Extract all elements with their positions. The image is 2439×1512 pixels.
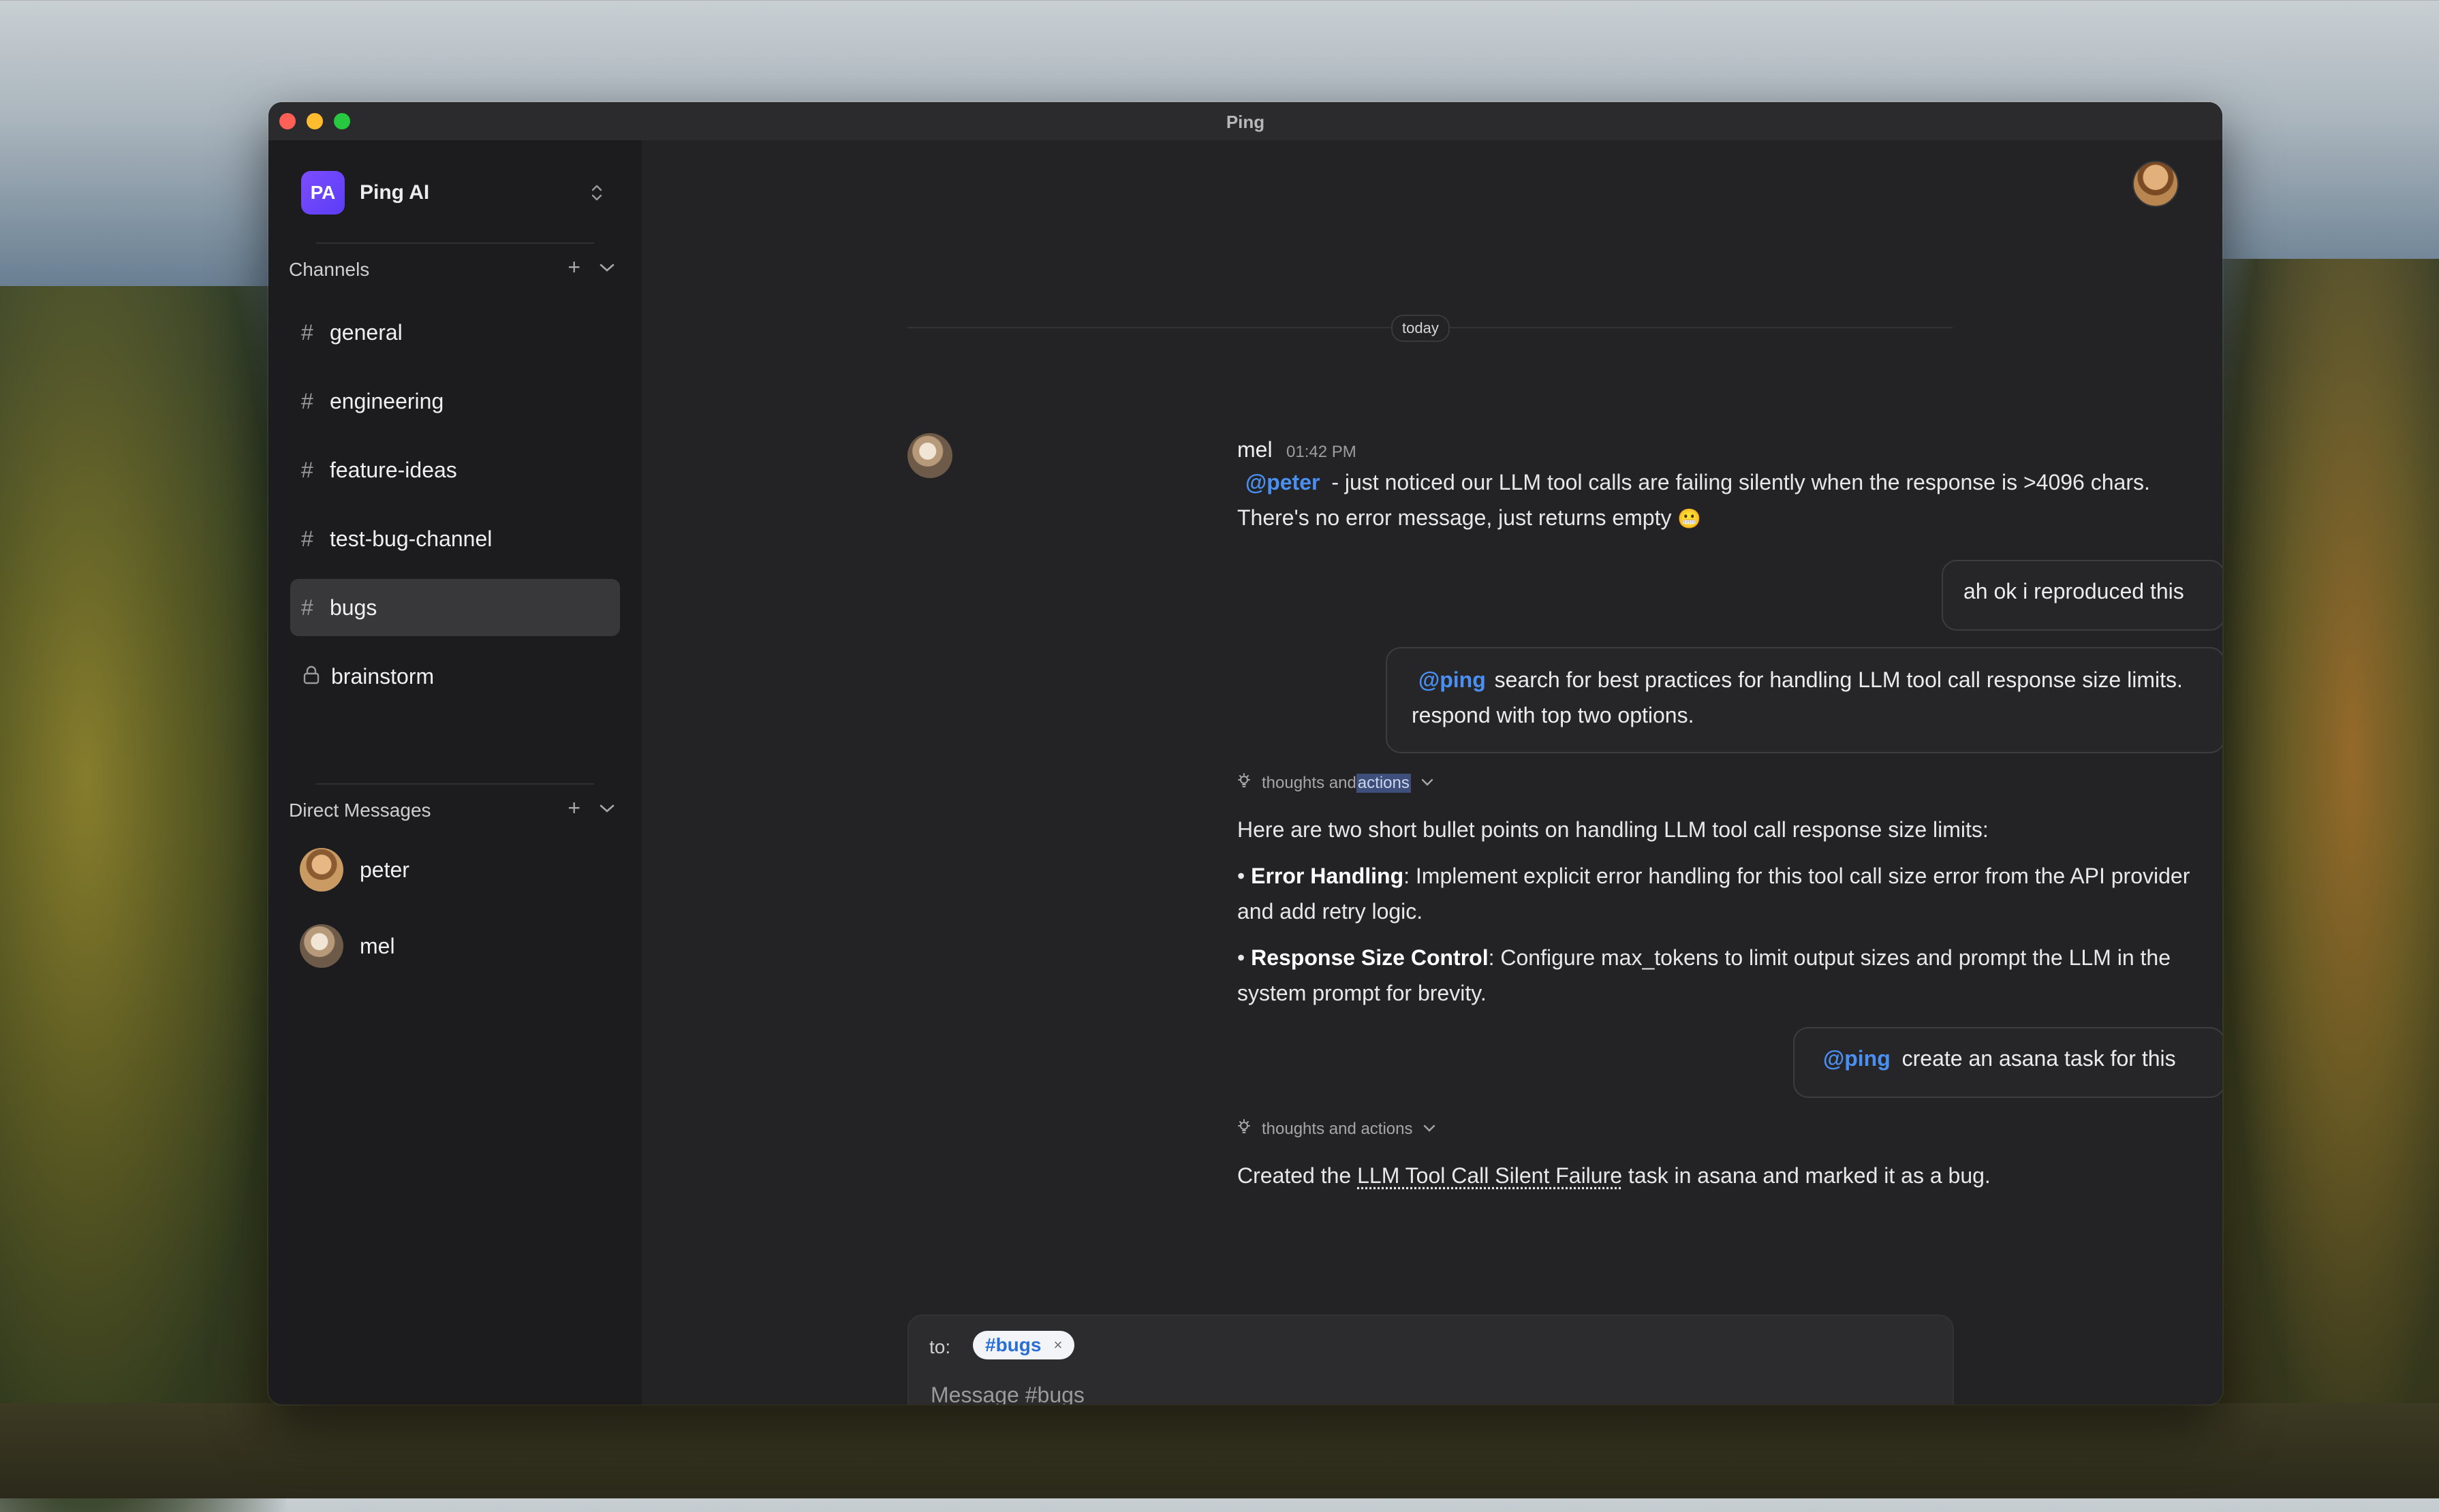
hash-icon: # — [301, 457, 313, 482]
workspace-switcher[interactable]: PA Ping AI — [301, 170, 609, 215]
thoughts-toggle[interactable]: thoughts and actions — [1237, 771, 1434, 796]
bot-reply-bullet-1: • Error Handling: Implement explicit err… — [1237, 864, 2190, 924]
background-hills-left — [0, 286, 286, 1512]
avatar — [300, 848, 343, 892]
title-bar: Ping — [268, 102, 2222, 142]
add-channel-icon[interactable]: + — [568, 255, 580, 280]
hash-icon: # — [301, 388, 313, 413]
date-label: today — [1391, 315, 1450, 342]
sidebar-item-feature-ideas[interactable]: # feature-ideas — [290, 441, 620, 499]
chevron-down-icon — [1420, 776, 1434, 791]
sidebar-item-engineering[interactable]: # engineering — [290, 373, 620, 430]
background-foreground — [0, 1403, 2439, 1498]
bubble-text: search for best practices for handling L… — [1412, 667, 2183, 727]
sidebar-divider — [316, 242, 594, 244]
dm-name: peter — [360, 857, 409, 882]
bubble-text: create an asana task for this — [1895, 1046, 2176, 1071]
to-label: to: — [929, 1336, 951, 1357]
bullet-title: Error Handling — [1251, 864, 1404, 888]
collapse-channels-icon[interactable] — [598, 260, 616, 278]
chat-bubble: ah ok i reproduced this — [1942, 560, 2222, 631]
add-dm-icon[interactable]: + — [568, 796, 580, 821]
reply-suffix: task in asana and marked it as a bug. — [1622, 1163, 1991, 1188]
asana-task-link[interactable]: LLM Tool Call Silent Failure — [1357, 1163, 1622, 1188]
mention[interactable]: @ping — [1418, 667, 1486, 692]
dm-header: Direct Messages + — [289, 796, 621, 824]
channels-header: Channels + — [289, 255, 621, 283]
hash-icon: # — [301, 595, 313, 620]
recipient-chip-label: #bugs — [985, 1334, 1042, 1355]
lightbulb-icon — [1237, 773, 1252, 793]
chat-bubble: @ping create an asana task for this — [1793, 1027, 2222, 1098]
channel-name: general — [330, 319, 403, 345]
window-title: Ping — [1226, 112, 1265, 132]
thoughts-toggle[interactable]: thoughts and actions — [1237, 1117, 1436, 1141]
collapse-dms-icon[interactable] — [598, 801, 616, 819]
message-line-1: - just noticed our LLM tool calls are fa… — [1325, 470, 2150, 494]
message-avatar[interactable] — [907, 433, 952, 478]
sidebar-item-general[interactable]: # general — [290, 304, 620, 361]
message-body: @peter - just noticed our LLM tool calls… — [1237, 464, 2222, 537]
sidebar-item-brainstorm[interactable]: brainstorm — [290, 648, 620, 705]
hash-icon: # — [301, 526, 313, 551]
channel-name: brainstorm — [331, 663, 435, 689]
message-time: 01:42 PM — [1286, 443, 1356, 461]
message-line-2: There's no error message, just returns e… — [1237, 505, 1672, 530]
mention[interactable]: @peter — [1245, 470, 1320, 494]
channel-name: feature-ideas — [330, 457, 457, 482]
sidebar-item-dm-peter[interactable]: peter — [300, 846, 409, 894]
lightbulb-icon — [1237, 1119, 1252, 1139]
channel-name: bugs — [330, 595, 377, 620]
avatar — [300, 924, 343, 968]
chat-main: today mel 01:42 PM @peter - just noticed… — [642, 140, 2222, 1404]
chevron-down-icon — [1423, 1122, 1436, 1137]
chevron-updown-icon[interactable] — [590, 183, 604, 203]
channel-name: test-bug-channel — [330, 526, 493, 551]
mention[interactable]: @ping — [1823, 1046, 1891, 1071]
bot-reply-2: Created the LLM Tool Call Silent Failure… — [1237, 1158, 2222, 1193]
sidebar-item-bugs[interactable]: # bugs — [290, 579, 620, 636]
remove-recipient-icon[interactable]: × — [1053, 1336, 1062, 1354]
message-input[interactable] — [929, 1377, 1886, 1404]
bullet-title: Response Size Control — [1251, 945, 1489, 970]
dm-name: mel — [360, 933, 395, 958]
bubble-text: ah ok i reproduced this — [1963, 579, 2184, 603]
hash-icon: # — [301, 319, 313, 345]
thoughts-label: thoughts and actions — [1262, 1120, 1413, 1138]
current-user-avatar[interactable] — [2132, 161, 2179, 207]
message-author[interactable]: mel — [1237, 437, 1273, 462]
grimace-emoji: 😬 — [1677, 508, 1702, 529]
thoughts-label: thoughts and — [1262, 774, 1356, 792]
background-hills-right — [2221, 259, 2439, 1485]
lock-icon — [302, 665, 323, 689]
bot-reply-intro: Here are two short bullet points on hand… — [1237, 817, 1989, 842]
workspace-avatar: PA — [301, 171, 345, 215]
channels-title: Channels — [289, 259, 370, 280]
message-composer: to: #bugs × B I — [907, 1314, 1954, 1404]
chat-bubble: @ping search for best practices for hand… — [1386, 647, 2222, 753]
workspace-name: Ping AI — [360, 181, 430, 204]
sidebar-item-test-bug-channel[interactable]: # test-bug-channel — [290, 510, 620, 567]
recipient-chip[interactable]: #bugs × — [973, 1331, 1075, 1359]
sidebar-divider — [316, 783, 594, 785]
sidebar: PA Ping AI Channels + # general # engine… — [268, 140, 643, 1404]
reply-prefix: Created the — [1237, 1163, 1358, 1188]
dm-title: Direct Messages — [289, 800, 431, 821]
thoughts-label-highlight: actions — [1356, 774, 1411, 793]
channel-name: engineering — [330, 388, 444, 413]
app-window: Ping PA Ping AI Channels + # general # e… — [268, 102, 2222, 1404]
bot-reply-bullet-2: • Response Size Control: Configure max_t… — [1237, 945, 2171, 1005]
sidebar-item-dm-mel[interactable]: mel — [300, 922, 395, 970]
